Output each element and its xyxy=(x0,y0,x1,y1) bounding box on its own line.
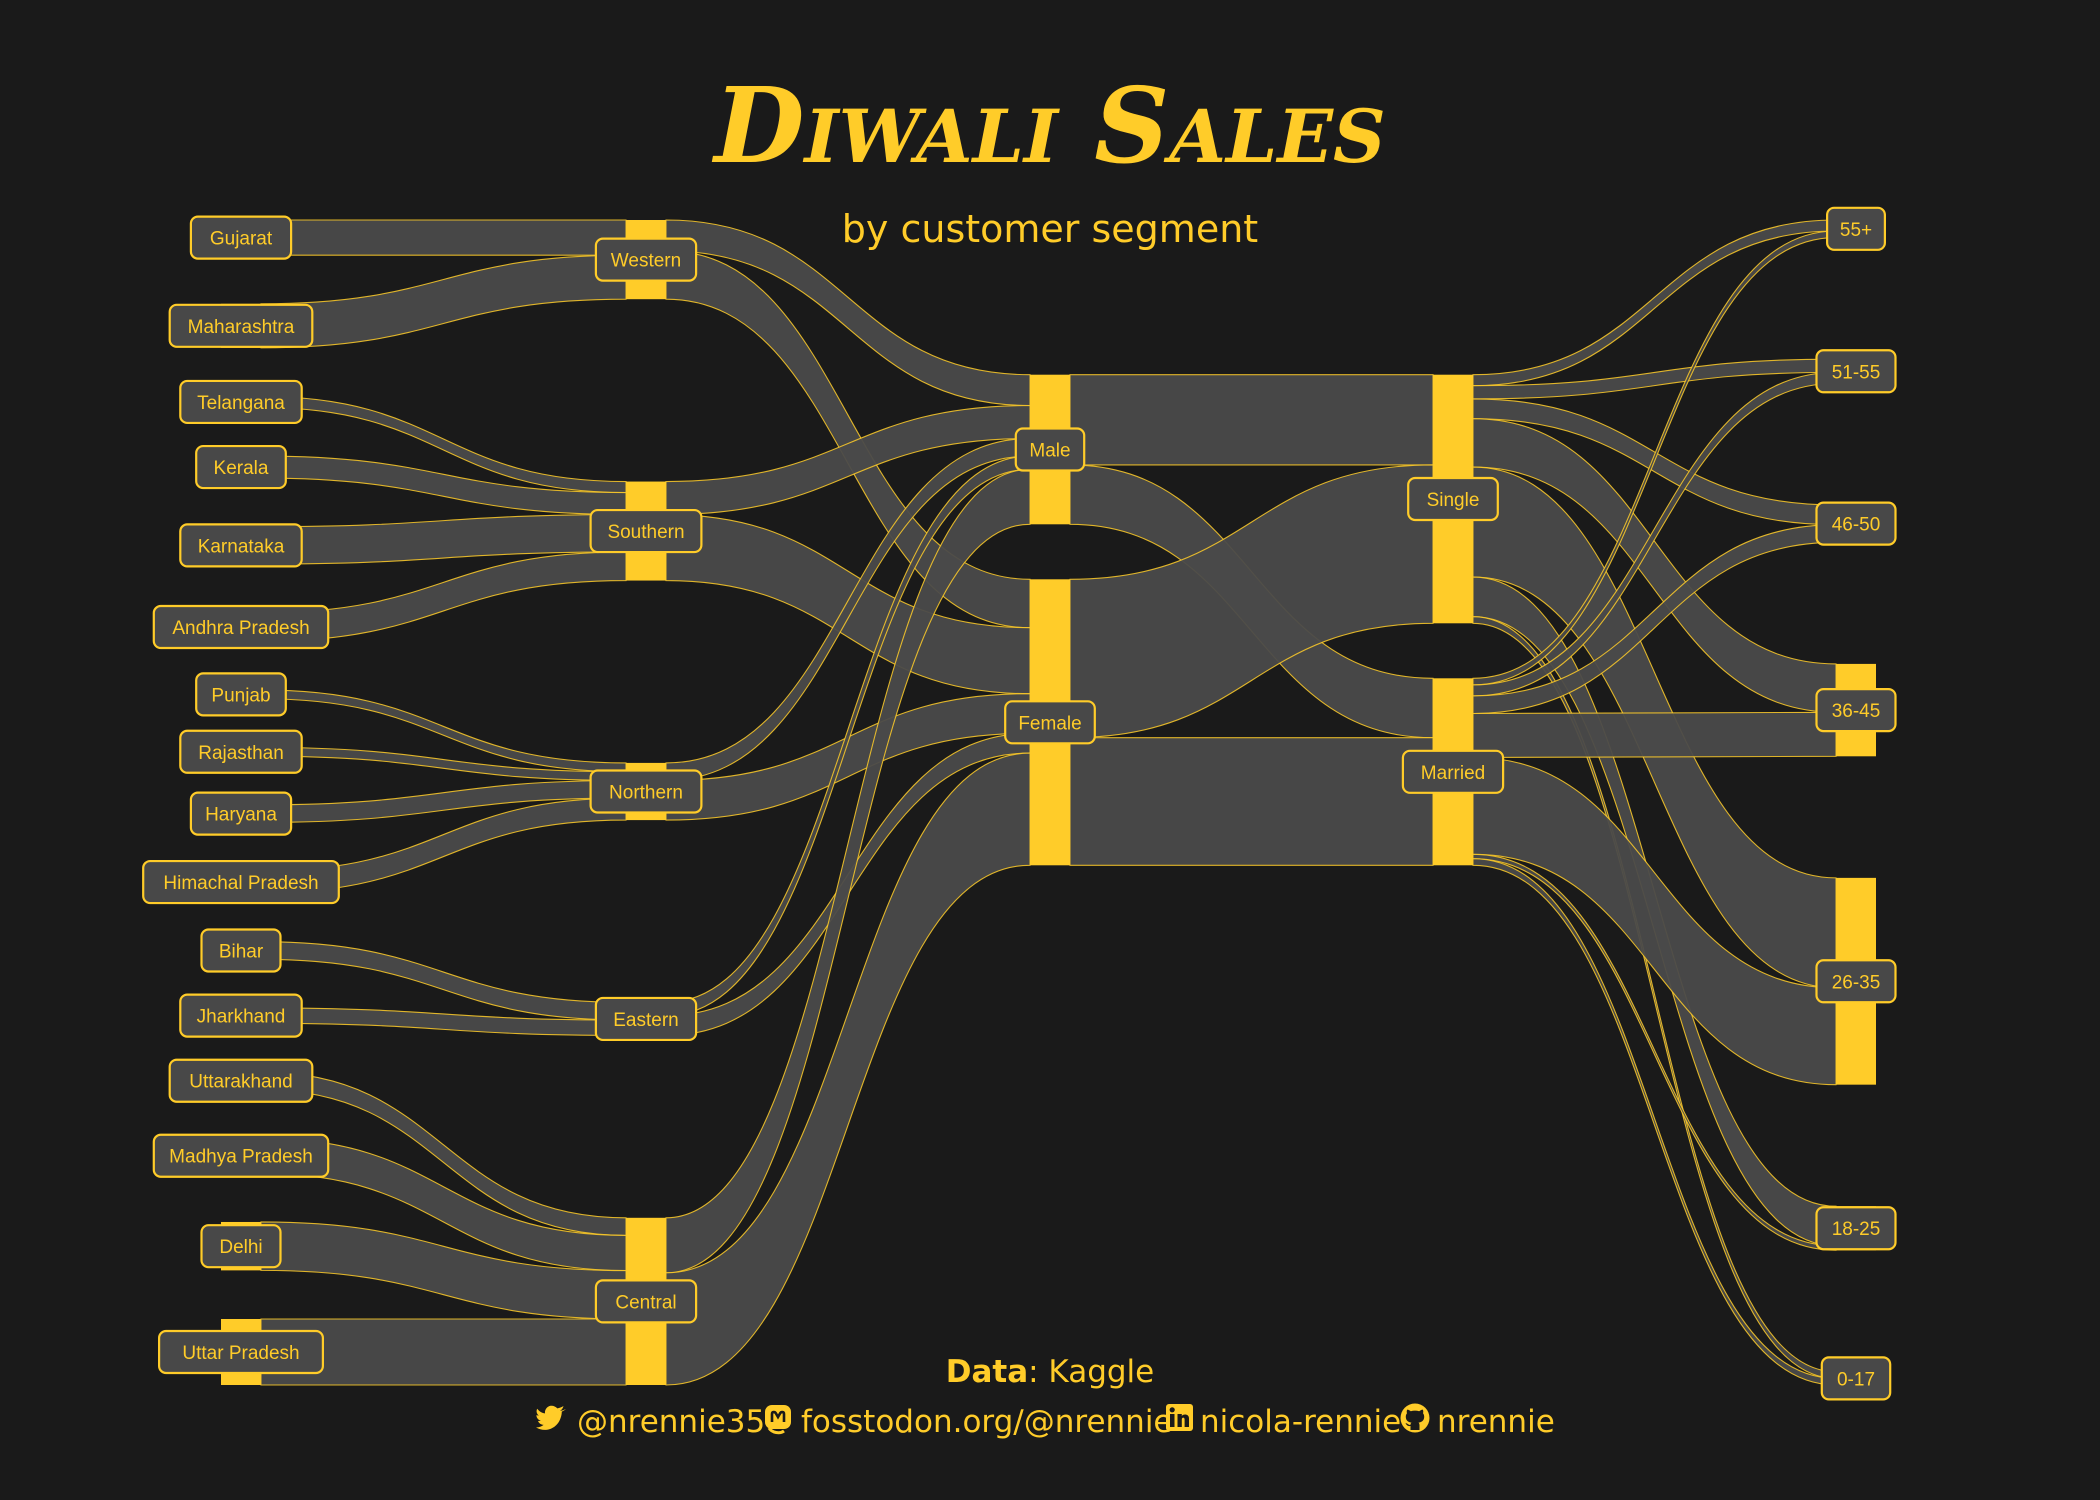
node-label-text: Karnataka xyxy=(198,536,285,557)
node-label-southern: Southern xyxy=(589,508,703,554)
node-label-delhi: Delhi xyxy=(200,1224,282,1269)
node-label-text: Himachal Pradesh xyxy=(163,873,318,894)
node-label-text: 18-25 xyxy=(1832,1219,1881,1240)
node-label-central: Central xyxy=(594,1279,698,1324)
sankey-chart: Gujarat Maharashtra Telangana Kerala Karnata… xyxy=(142,64,1897,1440)
node-label-married: Married xyxy=(1401,749,1505,794)
node-label-text: Uttarakhand xyxy=(189,1072,293,1093)
node-label-text: Kerala xyxy=(214,458,269,479)
node-label-female: Female xyxy=(1004,700,1096,745)
node-label-text: 51-55 xyxy=(1832,362,1881,383)
node-label-text: Single xyxy=(1427,490,1480,511)
node-label-western: Western xyxy=(594,237,698,282)
node-label-text: Male xyxy=(1029,441,1070,462)
node-label-karnataka: Karnataka xyxy=(179,523,303,568)
node-label-text: Rajasthan xyxy=(198,743,284,764)
node-label-text: Uttar Pradesh xyxy=(182,1343,299,1364)
node-label-text: Punjab xyxy=(211,685,270,706)
flow-gujarat-to-western xyxy=(260,219,627,256)
mastodon-handle[interactable]: fosstodon.org/@nrennie xyxy=(801,1404,1173,1440)
page: Gujarat Maharashtra Telangana Kerala Karnata… xyxy=(0,0,2100,1500)
chart-title: Diwali Sales xyxy=(711,64,1385,187)
node-label-male: Male xyxy=(1014,427,1086,472)
github-handle[interactable]: nrennie xyxy=(1437,1404,1555,1440)
node-label-himachal-pradesh: Himachal Pradesh xyxy=(142,859,340,905)
node-label-text: Female xyxy=(1018,713,1081,734)
twitter-handle[interactable]: @nrennie35 xyxy=(577,1404,765,1440)
node-label-51-55: 51-55 xyxy=(1815,349,1897,394)
node-label-bihar: Bihar xyxy=(200,928,282,973)
node-label-northern: Northern xyxy=(589,769,703,814)
node-label-andhra-pradesh: Andhra Pradesh xyxy=(152,604,330,650)
linkedin-handle[interactable]: nicola-rennie xyxy=(1200,1404,1401,1440)
flow-maharashtra-to-western xyxy=(260,254,627,349)
node-label-uttarakhand: Uttarakhand xyxy=(168,1058,314,1103)
node-label-eastern: Eastern xyxy=(594,996,698,1042)
node-label-26-35: 26-35 xyxy=(1815,959,1897,1004)
node-label-text: Southern xyxy=(607,522,684,543)
node-label-text: Gujarat xyxy=(210,229,273,250)
node-label-0-17: 0-17 xyxy=(1820,1356,1892,1401)
node-label-text: 46-50 xyxy=(1832,515,1881,536)
flow-female-to-married xyxy=(1069,737,1434,866)
node-label-text: Maharashtra xyxy=(188,317,295,338)
chart-subtitle: by customer segment xyxy=(842,207,1258,251)
node-label-rajasthan: Rajasthan xyxy=(179,729,303,774)
node-label-18-25: 18-25 xyxy=(1815,1206,1897,1251)
node-label-text: Haryana xyxy=(205,805,277,826)
caption-data-label: Data xyxy=(946,1354,1028,1390)
node-label-text: Madhya Pradesh xyxy=(169,1147,313,1168)
node-label-haryana: Haryana xyxy=(189,791,293,836)
node-label-text: Central xyxy=(615,1292,676,1313)
node-label-text: Eastern xyxy=(613,1010,678,1031)
node-label-text: Telangana xyxy=(197,393,285,414)
node-label-kerala: Kerala xyxy=(195,444,287,490)
node-label-36-45: 36-45 xyxy=(1815,687,1897,733)
node-label-text: Jharkhand xyxy=(197,1007,286,1028)
mastodon-icon xyxy=(765,1405,791,1435)
node-label-gujarat: Gujarat xyxy=(189,215,293,260)
github-icon xyxy=(1400,1403,1430,1433)
node-label-text: Andhra Pradesh xyxy=(172,618,309,639)
node-label-text: 36-45 xyxy=(1832,701,1881,722)
node-label-single: Single xyxy=(1407,476,1499,522)
node-label-text: Western xyxy=(611,251,681,272)
node-label-text: Delhi xyxy=(219,1237,262,1258)
node-label-text: Bihar xyxy=(219,941,264,962)
caption-data-value: : Kaggle xyxy=(1028,1354,1154,1390)
node-label-jharkhand: Jharkhand xyxy=(179,993,303,1038)
node-label-telangana: Telangana xyxy=(179,379,303,425)
node-label-punjab: Punjab xyxy=(195,672,287,717)
node-label-maharashtra: Maharashtra xyxy=(168,303,314,348)
node-label-text: Northern xyxy=(609,783,683,804)
node-label-text: 26-35 xyxy=(1832,972,1881,993)
caption-data-line: Data: Kaggle xyxy=(946,1354,1155,1390)
node-label-55-plus: 55+ xyxy=(1825,206,1886,251)
flow-married-to-36-45 xyxy=(1472,711,1837,759)
node-label-text: 0-17 xyxy=(1837,1369,1875,1390)
twitter-icon xyxy=(536,1405,566,1430)
node-label-madhya-pradesh: Madhya Pradesh xyxy=(152,1133,330,1178)
node-label-text: Married xyxy=(1421,763,1485,784)
node-label-46-50: 46-50 xyxy=(1815,501,1897,546)
flow-male-to-single xyxy=(1069,374,1434,466)
node-label-text: 55+ xyxy=(1840,220,1872,241)
node-label-uttar-pradesh: Uttar Pradesh xyxy=(158,1329,325,1375)
linkedin-icon xyxy=(1166,1404,1193,1431)
